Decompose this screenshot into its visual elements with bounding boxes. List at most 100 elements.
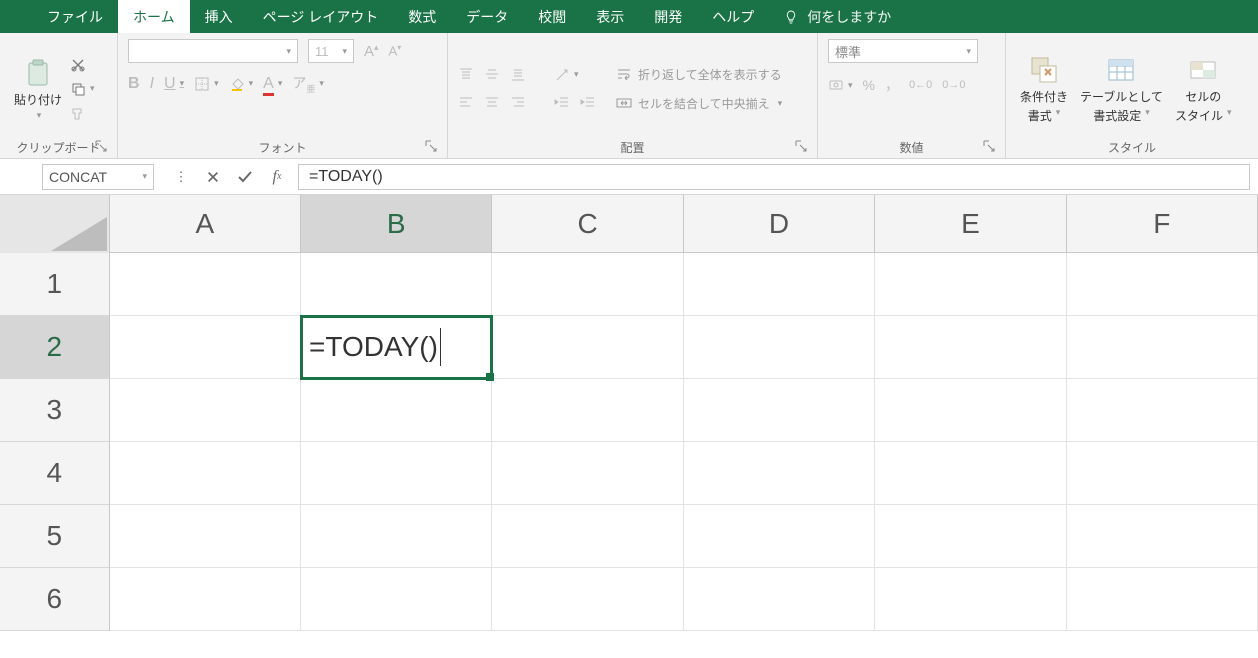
align-center-icon[interactable] (484, 95, 500, 111)
align-middle-icon[interactable] (484, 67, 500, 83)
more-options-icon[interactable]: ⋮ (172, 168, 190, 186)
tab-view[interactable]: 表示 (581, 0, 639, 33)
cell-F2[interactable] (1067, 316, 1258, 379)
cell-E4[interactable] (875, 442, 1066, 505)
tab-layout[interactable]: ページ レイアウト (248, 0, 394, 33)
col-header-D[interactable]: D (684, 195, 875, 252)
orientation-button[interactable]: ▾ (554, 67, 579, 83)
cell-E6[interactable] (875, 568, 1066, 631)
cut-icon[interactable] (70, 57, 86, 73)
col-header-E[interactable]: E (875, 195, 1066, 252)
conditional-format-button[interactable]: 条件付き 書式▾ (1016, 44, 1072, 134)
cell-C2[interactable] (492, 316, 683, 379)
tab-formulas[interactable]: 数式 (393, 0, 451, 33)
format-painter-icon[interactable] (70, 105, 86, 121)
font-size-combobox[interactable]: 11▾ (308, 39, 354, 63)
cancel-formula-button[interactable] (204, 168, 222, 186)
tab-home[interactable]: ホーム (118, 0, 190, 33)
cell-B2[interactable]: =TODAY() (301, 316, 492, 379)
tab-dev[interactable]: 開発 (639, 0, 697, 33)
cell-C6[interactable] (492, 568, 683, 631)
align-right-icon[interactable] (510, 95, 526, 111)
tab-file[interactable]: ファイル (32, 0, 118, 33)
tab-data[interactable]: データ (451, 0, 523, 33)
increase-decimal-button[interactable]: 0←0 (909, 79, 932, 91)
dialog-launcher-icon[interactable] (425, 140, 437, 152)
wrap-text-button[interactable]: 折り返して全体を表示する (616, 66, 782, 83)
shrink-font-button[interactable]: A▾ (389, 43, 402, 58)
cell-E5[interactable] (875, 505, 1066, 568)
cell-D4[interactable] (684, 442, 875, 505)
border-button[interactable]: ▾ (194, 76, 219, 92)
row-header-4[interactable]: 4 (0, 442, 110, 505)
dialog-launcher-icon[interactable] (95, 140, 107, 152)
cell-A5[interactable] (110, 505, 301, 568)
dialog-launcher-icon[interactable] (795, 140, 807, 152)
cell-F6[interactable] (1067, 568, 1258, 631)
underline-button[interactable]: U▾ (164, 75, 184, 93)
row-header-1[interactable]: 1 (0, 253, 110, 316)
comma-button[interactable]: ， (885, 75, 899, 95)
accounting-button[interactable]: ▾ (828, 77, 853, 93)
cell-A2[interactable] (110, 316, 301, 379)
cell-B6[interactable] (301, 568, 492, 631)
cell-D6[interactable] (684, 568, 875, 631)
row-header-2[interactable]: 2 (0, 316, 110, 379)
formula-input[interactable]: =TODAY() (298, 164, 1250, 190)
cell-C3[interactable] (492, 379, 683, 442)
cell-A3[interactable] (110, 379, 301, 442)
merge-center-button[interactable]: セルを結合して中央揃え ▾ (616, 95, 782, 112)
grow-font-button[interactable]: A▴ (364, 42, 379, 60)
phonetic-button[interactable]: ア亜▾ (292, 73, 324, 95)
name-box[interactable]: CONCAT ▾ (42, 164, 154, 190)
cell-B5[interactable] (301, 505, 492, 568)
confirm-formula-button[interactable] (236, 168, 254, 186)
cell-B1[interactable] (301, 253, 492, 316)
format-as-table-button[interactable]: テーブルとして 書式設定▾ (1076, 44, 1167, 134)
cell-F3[interactable] (1067, 379, 1258, 442)
col-header-C[interactable]: C (492, 195, 683, 252)
tell-me-search[interactable]: 何をしますか (769, 0, 905, 33)
tab-help[interactable]: ヘルプ (697, 0, 769, 33)
fill-color-button[interactable]: ▾ (229, 76, 254, 92)
cell-F1[interactable] (1067, 253, 1258, 316)
italic-button[interactable]: I (150, 75, 154, 93)
tab-review[interactable]: 校閲 (523, 0, 581, 33)
cell-C4[interactable] (492, 442, 683, 505)
increase-indent-icon[interactable] (580, 95, 596, 111)
col-header-B[interactable]: B (301, 195, 492, 252)
row-header-3[interactable]: 3 (0, 379, 110, 442)
row-header-6[interactable]: 6 (0, 568, 110, 631)
cell-D1[interactable] (684, 253, 875, 316)
percent-button[interactable]: % (863, 77, 875, 93)
cell-F5[interactable] (1067, 505, 1258, 568)
copy-button[interactable]: ▾ (70, 81, 95, 97)
cell-A1[interactable] (110, 253, 301, 316)
cell-D5[interactable] (684, 505, 875, 568)
decrease-indent-icon[interactable] (554, 95, 570, 111)
col-header-A[interactable]: A (110, 195, 301, 252)
align-left-icon[interactable] (458, 95, 474, 111)
font-color-button[interactable]: A▾ (263, 75, 282, 93)
cell-B3[interactable] (301, 379, 492, 442)
row-header-5[interactable]: 5 (0, 505, 110, 568)
cell-C1[interactable] (492, 253, 683, 316)
cell-A6[interactable] (110, 568, 301, 631)
cell-styles-button[interactable]: セルの スタイル▾ (1171, 44, 1236, 134)
cell-E2[interactable] (875, 316, 1066, 379)
align-top-icon[interactable] (458, 67, 474, 83)
cell-B4[interactable] (301, 442, 492, 505)
insert-function-button[interactable]: fx (268, 168, 286, 186)
cell-D2[interactable] (684, 316, 875, 379)
dialog-launcher-icon[interactable] (983, 140, 995, 152)
cell-D3[interactable] (684, 379, 875, 442)
cell-C5[interactable] (492, 505, 683, 568)
col-header-F[interactable]: F (1067, 195, 1258, 252)
cell-E1[interactable] (875, 253, 1066, 316)
cell-A4[interactable] (110, 442, 301, 505)
tab-insert[interactable]: 挿入 (190, 0, 248, 33)
paste-button[interactable]: 貼り付け ▾ (10, 44, 66, 134)
align-bottom-icon[interactable] (510, 67, 526, 83)
cell-E3[interactable] (875, 379, 1066, 442)
number-format-combobox[interactable]: 標準▾ (828, 39, 978, 63)
